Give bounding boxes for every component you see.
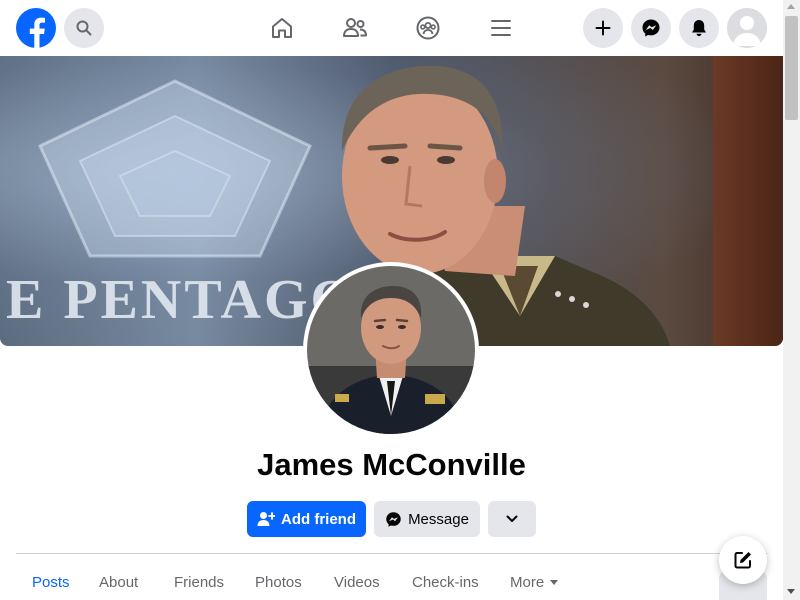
cover-curtain <box>713 56 783 346</box>
groups-icon <box>416 16 440 40</box>
facebook-logo-icon[interactable] <box>16 8 56 48</box>
tab-friends[interactable]: Friends <box>174 574 224 591</box>
scroll-down-arrow-icon[interactable] <box>787 589 795 594</box>
tab-about[interactable]: About <box>99 574 138 591</box>
section-divider <box>16 553 767 554</box>
chevron-down-icon <box>506 515 518 522</box>
scroll-up-arrow-icon[interactable] <box>787 4 795 9</box>
tab-photos[interactable]: Photos <box>255 574 302 591</box>
profile-name: James McConville <box>257 447 526 482</box>
page-scrollbar[interactable] <box>783 0 800 600</box>
search-button[interactable] <box>64 8 104 48</box>
create-button[interactable] <box>583 8 623 48</box>
tab-more[interactable]: More <box>510 574 559 591</box>
top-navigation-bar <box>0 0 783 56</box>
tab-posts[interactable]: Posts <box>32 574 70 591</box>
friends-tab[interactable] <box>341 14 369 42</box>
add-friend-icon <box>257 512 275 526</box>
compose-icon <box>734 552 751 569</box>
messenger-button[interactable] <box>631 8 671 48</box>
add-friend-label: Add friend <box>281 510 356 528</box>
home-tab[interactable] <box>268 14 296 42</box>
home-icon <box>272 18 292 38</box>
tab-check-ins[interactable]: Check-ins <box>412 574 479 591</box>
plus-icon <box>595 20 611 36</box>
profile-picture[interactable] <box>303 262 479 438</box>
search-icon <box>76 20 92 36</box>
messenger-icon <box>642 19 660 37</box>
scrollbar-thumb[interactable] <box>785 16 798 120</box>
message-label: Message <box>408 510 469 528</box>
add-friend-button[interactable]: Add friend <box>247 501 366 537</box>
menu-icon <box>491 20 511 36</box>
profile-picture-image <box>307 266 475 434</box>
account-button[interactable] <box>727 8 767 48</box>
tab-more-label: More <box>510 574 545 591</box>
more-actions-button[interactable] <box>488 501 536 537</box>
menu-tab[interactable] <box>487 14 515 42</box>
avatar-icon <box>727 8 767 48</box>
friends-icon <box>343 18 367 37</box>
pentagon-seal-graphic <box>38 79 312 258</box>
message-button[interactable]: Message <box>374 501 480 537</box>
tab-videos[interactable]: Videos <box>334 574 380 591</box>
notifications-button[interactable] <box>679 8 719 48</box>
bell-icon <box>692 20 706 37</box>
groups-tab[interactable] <box>414 14 442 42</box>
profile-page: E PENTAGON James McConville Add friend M… <box>0 0 800 600</box>
new-message-button[interactable] <box>719 536 767 584</box>
messenger-icon <box>386 511 401 527</box>
caret-down-icon <box>550 580 559 585</box>
